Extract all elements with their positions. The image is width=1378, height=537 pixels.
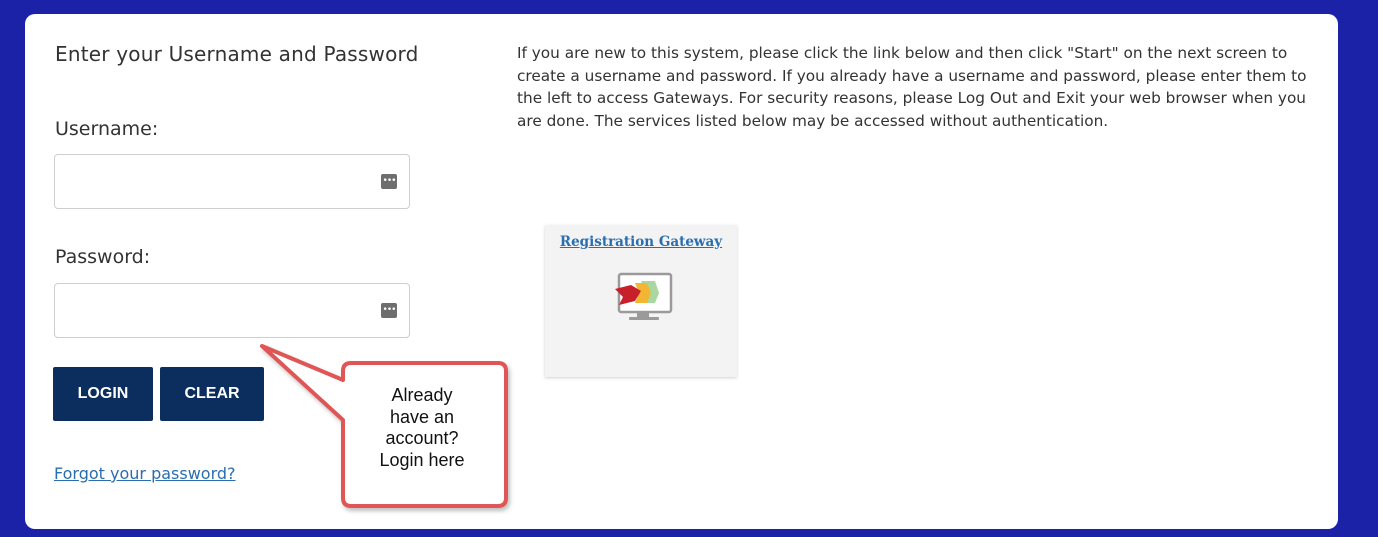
callout-text: Already have an account? Login here: [348, 385, 496, 471]
login-button[interactable]: LOGIN: [53, 367, 153, 421]
clear-button[interactable]: CLEAR: [160, 367, 264, 421]
username-field-wrapper: •••: [54, 154, 410, 210]
login-heading: Enter your Username and Password: [55, 42, 419, 66]
callout-line: account?: [385, 428, 459, 448]
password-manager-icon[interactable]: •••: [381, 174, 397, 189]
password-input[interactable]: [65, 284, 369, 339]
password-field-wrapper: •••: [54, 283, 410, 339]
username-input[interactable]: [65, 155, 369, 210]
password-label: Password:: [55, 246, 151, 268]
username-label: Username:: [55, 118, 159, 140]
info-text: If you are new to this system, please cl…: [517, 44, 1307, 130]
registration-gateway-link[interactable]: Registration Gateway: [545, 234, 737, 250]
registration-gateway-tile[interactable]: Registration Gateway: [545, 225, 737, 377]
forgot-password-link[interactable]: Forgot your password?: [54, 464, 236, 483]
monitor-with-colored-arrows-icon: [615, 272, 673, 320]
callout-line: Already: [391, 385, 453, 405]
callout-line: Login here: [379, 449, 465, 470]
password-manager-icon[interactable]: •••: [381, 303, 397, 318]
callout-line: have an: [389, 406, 455, 427]
